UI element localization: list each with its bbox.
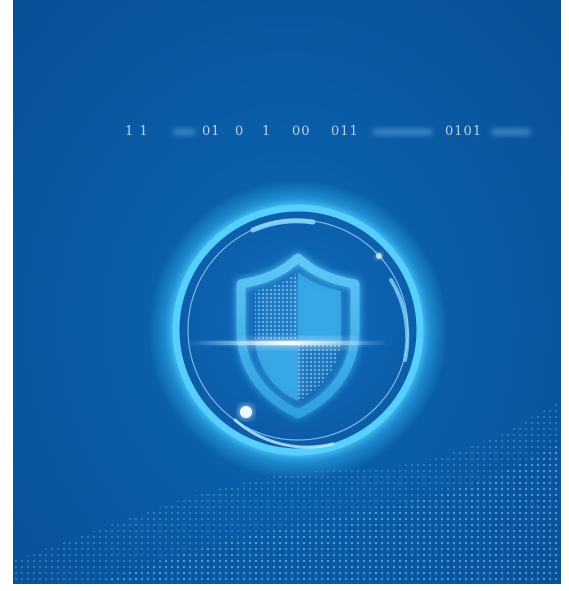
sparkle xyxy=(376,253,382,259)
shield-illustration xyxy=(13,180,561,584)
sparkle xyxy=(240,406,252,418)
security-banner: 1 1 01 0 1 00 011 0101 xyxy=(13,0,561,584)
flare-glow xyxy=(238,337,358,349)
